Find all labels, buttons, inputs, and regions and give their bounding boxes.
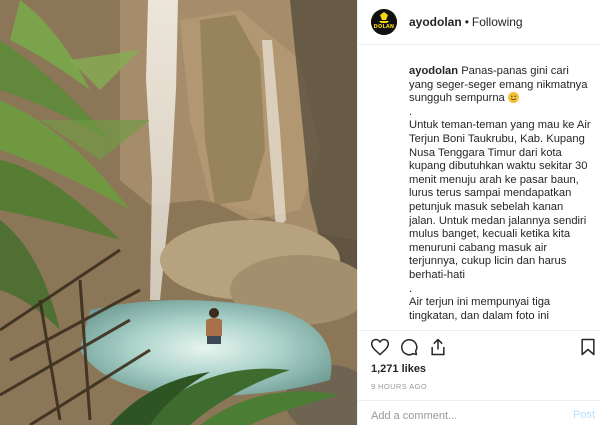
avatar[interactable]: DOLAN [371,9,397,35]
header-line: ayodolan • Following [409,15,523,29]
share-icon[interactable] [428,337,448,357]
username-link[interactable]: ayodolan [409,15,462,29]
actions-divider [358,330,600,331]
caption-dot-1: . [409,105,413,118]
post-caption: ayodolan Panas-panas gini cari yang sege… [409,65,591,327]
separator-dot: • [464,15,469,29]
post-details-panel: DOLAN ayodolan • Following ayodolan Panas-… [357,0,600,425]
heart-icon[interactable] [370,337,390,357]
waterfall-scene [0,0,357,425]
post-comment-button[interactable]: Post [573,409,595,421]
avatar-logo-text: DOLAN [373,24,395,30]
comment-icon[interactable] [399,337,419,357]
post-timestamp[interactable]: 9 HOURS AGO [371,382,427,391]
action-bar [358,334,600,362]
comment-form: Post [358,400,600,425]
following-button[interactable]: Following [472,15,523,29]
caption-username[interactable]: ayodolan [409,65,458,77]
likes-count[interactable]: 1,271 likes [371,363,426,375]
caption-paragraph-3: Air terjun ini mempunyai tiga tingkatan,… [409,296,551,322]
comment-input[interactable] [371,409,551,423]
smiling-face-emoji-icon [507,92,519,104]
post-header: DOLAN ayodolan • Following [358,0,600,45]
post-photo[interactable] [0,0,357,425]
bookmark-icon[interactable] [578,337,598,357]
caption-line-1: ayodolan Panas-panas gini cari yang sege… [409,65,591,106]
avatar-logo-icon [371,9,397,35]
caption-paragraph-2: Untuk teman-teman yang mau ke Air Terjun… [409,119,591,281]
caption-dot-2: . [409,282,413,295]
